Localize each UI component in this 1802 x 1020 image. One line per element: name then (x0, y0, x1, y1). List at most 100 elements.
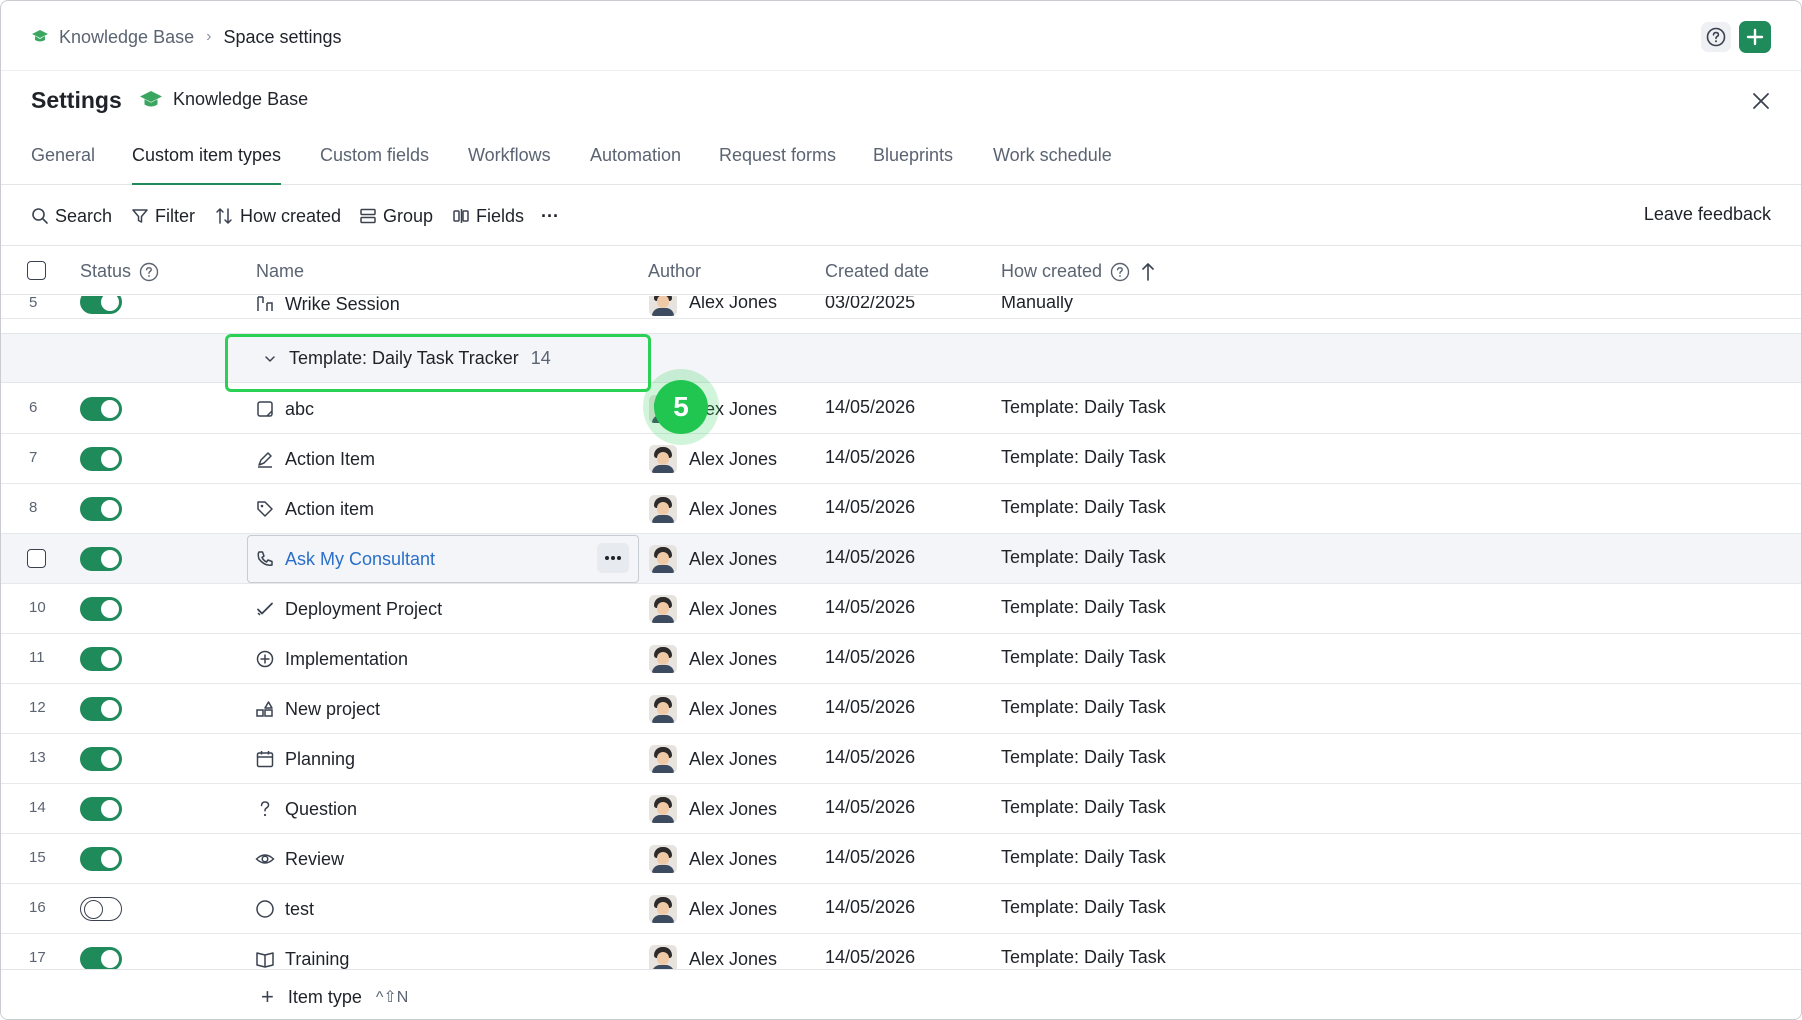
status-toggle[interactable] (80, 597, 122, 621)
table-row[interactable]: 13 Planning Alex Jones 14/05/2026 Template: … (1, 734, 1801, 784)
question-icon (260, 801, 270, 817)
tab-workflows[interactable]: Workflows (468, 145, 551, 185)
group-label[interactable]: Template: Daily Task Tracker 14 (263, 348, 551, 369)
close-button[interactable] (1749, 89, 1773, 113)
item-type-name[interactable]: Action item (255, 497, 374, 521)
table-row[interactable]: 7 Action Item Alex Jones 14/05/2026 Template… (1, 434, 1801, 484)
item-type-name[interactable]: Review (255, 847, 344, 871)
tab-automation[interactable]: Automation (590, 145, 681, 185)
avatar (649, 895, 677, 923)
name-column-header[interactable]: Name (256, 261, 304, 282)
status-toggle[interactable] (80, 797, 122, 821)
status-column-header[interactable]: Status (80, 261, 159, 282)
created-date-cell: 14/05/2026 (825, 547, 916, 567)
add-item-type-button[interactable]: + Item type ^⇧N (261, 984, 408, 1010)
author-cell: Alex Jones (649, 595, 777, 623)
item-type-name[interactable]: test (255, 897, 314, 921)
item-name-label: Action Item (285, 448, 376, 469)
columns-icon (453, 209, 469, 223)
status-toggle[interactable] (80, 697, 122, 721)
tab-request-forms[interactable]: Request forms (719, 145, 836, 185)
item-type-name[interactable]: Planning (255, 747, 355, 771)
status-toggle[interactable] (80, 397, 122, 421)
author-column-header[interactable]: Author (648, 261, 701, 282)
status-toggle[interactable] (80, 547, 122, 571)
table-row[interactable]: 11 Implementation Alex Jones 14/05/2026 Temp… (1, 634, 1801, 684)
tab-general[interactable]: General (31, 145, 95, 185)
row-number: 12 (29, 699, 46, 716)
row-more-button[interactable] (597, 543, 629, 573)
status-toggle[interactable] (80, 497, 122, 521)
create-button[interactable] (1739, 21, 1771, 53)
how-created-cell: Template: Daily Task (1001, 897, 1166, 917)
item-type-name[interactable]: Wrike Session (255, 296, 400, 316)
table-row[interactable]: 15 Review Alex Jones 14/05/2026 Template: Da… (1, 834, 1801, 884)
more-toolbar-button[interactable]: ··· (541, 204, 559, 228)
leave-feedback-link[interactable]: Leave feedback (1644, 204, 1771, 225)
row-number: 14 (29, 799, 46, 816)
created-date-cell: 03/02/2025 (825, 296, 916, 312)
how-created-column-header[interactable]: How created (1001, 261, 1156, 282)
breadcrumb-current: Space settings (223, 26, 342, 47)
step-marker: 5 (643, 369, 719, 445)
group-header-row[interactable]: Template: Daily Task Tracker 14 (1, 333, 1801, 383)
tab-custom-fields[interactable]: Custom fields (320, 145, 429, 185)
status-toggle[interactable] (80, 897, 122, 921)
row-number: 5 (29, 296, 38, 311)
question-circle-icon[interactable] (1110, 262, 1130, 282)
status-toggle[interactable] (80, 847, 122, 871)
author-name: Alex Jones (689, 548, 778, 569)
item-name-link[interactable]: Ask My Consultant (285, 549, 435, 570)
created-date-column-header[interactable]: Created date (825, 261, 929, 282)
status-toggle[interactable] (80, 296, 122, 314)
sort-ascending-icon[interactable] (1140, 262, 1156, 282)
status-toggle[interactable] (80, 747, 122, 771)
table-row[interactable]: Ask My Consultant Alex Jones 14/05/2026 Tem… (1, 534, 1801, 584)
table-row[interactable]: 16 test Alex Jones 14/05/2026 Template: Dail… (1, 884, 1801, 934)
status-toggle[interactable] (80, 447, 122, 471)
item-type-name[interactable]: Ask My Consultant (255, 547, 435, 571)
search-button[interactable]: Search (31, 204, 112, 228)
status-toggle[interactable] (80, 647, 122, 671)
item-type-name[interactable]: Action Item (255, 447, 375, 471)
chevron-down-icon[interactable] (263, 352, 277, 366)
item-name-label: Review (285, 848, 345, 869)
item-name-label: Planning (285, 748, 356, 769)
item-type-name[interactable]: Question (255, 797, 357, 821)
table-row[interactable]: 8 Action item Alex Jones 14/05/2026 Template… (1, 484, 1801, 534)
table-row[interactable]: 14 Question Alex Jones 14/05/2026 Template: … (1, 784, 1801, 834)
settings-tabs: General Custom item types Custom fields … (1, 137, 1801, 185)
filter-button[interactable]: Filter (131, 204, 195, 228)
table-row[interactable]: 17 Training Alex Jones 14/05/2026 Template: … (1, 934, 1801, 969)
tab-custom-item-types[interactable]: Custom item types (132, 145, 282, 185)
author-name: Alex Jones (689, 948, 778, 969)
item-type-name[interactable]: abc (255, 397, 314, 421)
tab-work-schedule[interactable]: Work schedule (993, 145, 1112, 185)
item-type-name[interactable]: Deployment Project (255, 597, 442, 621)
item-type-name[interactable]: Training (255, 947, 349, 969)
table-row[interactable]: 12 New project Alex Jones 14/05/2026 Templat… (1, 684, 1801, 734)
row-number: 11 (29, 649, 45, 666)
app-window: Knowledge Base › Space settings Settings… (0, 0, 1802, 1020)
group-button[interactable]: Group (359, 204, 433, 228)
item-type-name[interactable]: New project (255, 697, 380, 721)
question-circle-icon[interactable] (139, 262, 159, 282)
author-cell: Alex Jones (649, 695, 777, 723)
row-number: 6 (29, 399, 38, 416)
help-button[interactable] (1701, 22, 1731, 52)
table-row[interactable]: 10 Deployment Project Alex Jones 14/05/2026… (1, 584, 1801, 634)
author-cell: Alex Jones (649, 895, 777, 923)
fields-button[interactable]: Fields (452, 204, 524, 228)
session-icon (257, 296, 273, 311)
sort-button[interactable]: How created (214, 204, 341, 228)
breadcrumb-space-link[interactable]: Knowledge Base (59, 27, 194, 48)
select-all-checkbox[interactable] (27, 261, 46, 280)
how-created-cell: Template: Daily Task (1001, 697, 1166, 717)
row-select-checkbox[interactable] (27, 549, 46, 568)
table-row[interactable]: 5 Wrike Session Alex Jones 03/02/2025 Ma… (1, 296, 1801, 319)
item-type-name[interactable]: Implementation (255, 647, 408, 671)
row-number: 8 (29, 499, 38, 516)
status-toggle[interactable] (80, 947, 122, 969)
tab-blueprints[interactable]: Blueprints (873, 145, 953, 185)
table-row[interactable]: 6 abc Alex Jones 14/05/2026 Template: Daily … (1, 384, 1801, 434)
